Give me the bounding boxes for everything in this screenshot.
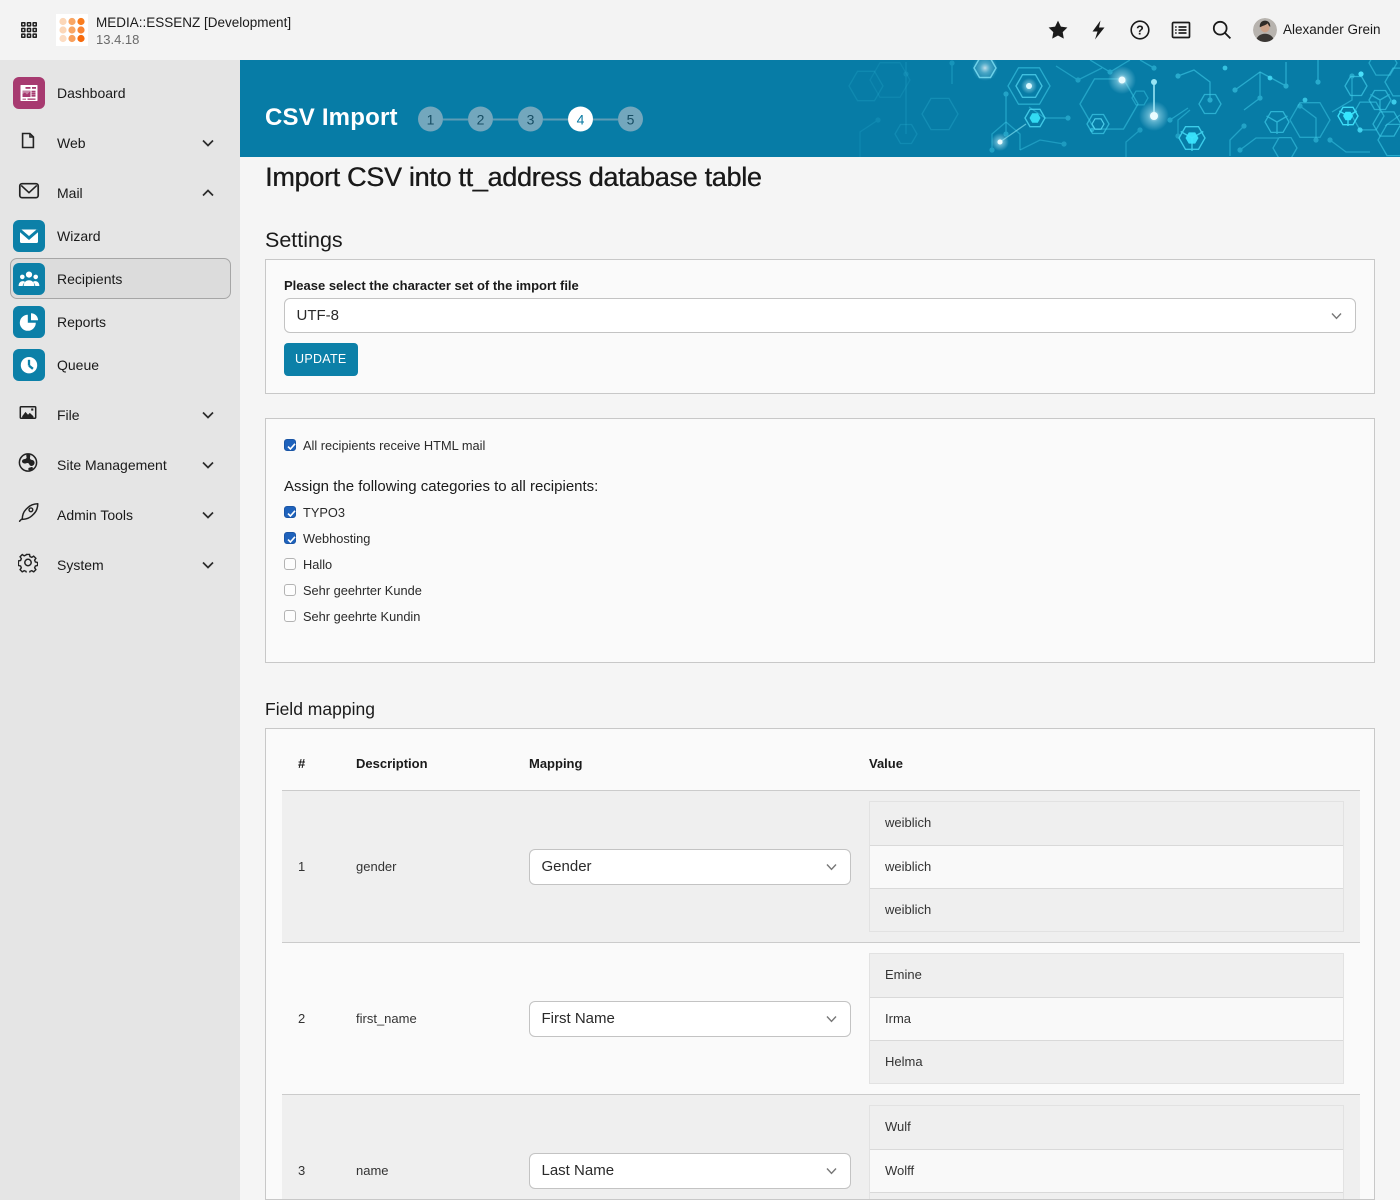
svg-text:?: ? — [1136, 23, 1144, 37]
